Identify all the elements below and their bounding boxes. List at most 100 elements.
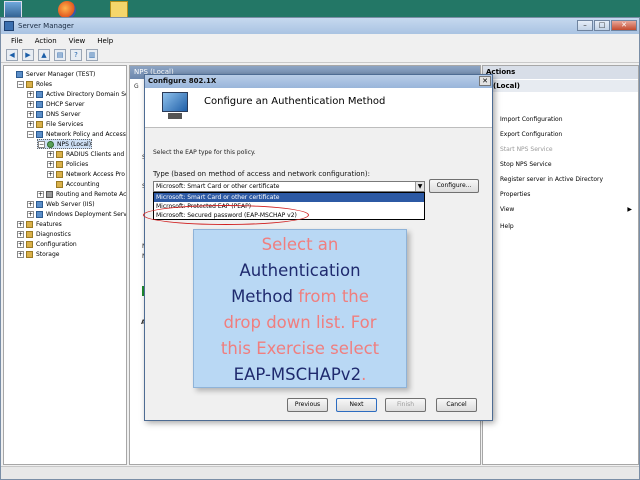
tree-item[interactable]: + Active Directory Domain Se xyxy=(27,89,127,99)
tree-item[interactable]: − NPS (Local) xyxy=(37,139,93,149)
tree-item[interactable]: − Network Policy and Access xyxy=(27,129,126,139)
eap-type-select[interactable]: Microsoft: Smart Card or other certifica… xyxy=(153,181,425,192)
up-folder-icon[interactable]: ▲ xyxy=(38,48,50,61)
next-button[interactable]: Next xyxy=(336,398,377,412)
center-ghost-text: G xyxy=(134,83,139,90)
expand-icon[interactable]: + xyxy=(47,160,54,168)
forward-arrow-icon[interactable]: ▶ xyxy=(22,48,34,61)
tree-item[interactable]: Accounting xyxy=(47,179,100,189)
tree-item[interactable]: Server Manager (TEST) xyxy=(7,69,95,79)
finish-button[interactable]: Finish xyxy=(385,398,426,412)
action-item[interactable]: Import Configuration xyxy=(500,116,563,123)
tree-item-label: Roles xyxy=(36,80,53,88)
folder-icon xyxy=(36,120,43,128)
tree-item[interactable]: + DHCP Server xyxy=(27,99,85,109)
panel-icon[interactable]: ▥ xyxy=(86,48,98,61)
dialog-heading: Configure an Authentication Method xyxy=(204,96,386,107)
tree-item-label: Features xyxy=(36,220,62,228)
dialog-close-button[interactable]: ✕ xyxy=(479,76,491,86)
back-arrow-icon[interactable]: ◀ xyxy=(6,48,18,61)
properties-icon[interactable]: ▤ xyxy=(54,48,66,61)
expand-icon[interactable]: + xyxy=(27,200,34,208)
cancel-button[interactable]: Cancel xyxy=(436,398,477,412)
node-icon xyxy=(16,70,23,78)
action-item[interactable]: Register server in Active Directory xyxy=(500,176,603,183)
action-item[interactable]: Properties xyxy=(500,191,530,198)
window-controls: – □ ✕ xyxy=(577,20,637,31)
callout-line: Select an xyxy=(261,235,339,254)
tree-item[interactable]: − Roles xyxy=(17,79,52,89)
action-item[interactable]: Help xyxy=(500,223,514,230)
close-button[interactable]: ✕ xyxy=(611,20,637,31)
tree-item-label: DNS Server xyxy=(46,110,81,118)
tree-item[interactable]: + File Services xyxy=(27,119,83,129)
actions-section-local[interactable]: (Local) xyxy=(483,80,638,92)
tree-item[interactable]: + Storage xyxy=(17,249,59,259)
tree-item-label: Diagnostics xyxy=(36,230,71,238)
expand-icon[interactable]: + xyxy=(17,220,24,228)
tree-item[interactable]: + Web Server (IIS) xyxy=(27,199,95,209)
expand-icon[interactable]: + xyxy=(27,90,34,98)
expand-icon[interactable]: + xyxy=(47,170,54,178)
highlight-ellipse xyxy=(143,205,309,225)
menu-help[interactable]: Help xyxy=(97,37,113,45)
expand-icon[interactable]: + xyxy=(17,230,24,238)
tree-item-label: Accounting xyxy=(66,180,100,188)
eap-type-label: Type (based on method of access and netw… xyxy=(153,170,370,178)
chevron-down-icon[interactable]: ▼ xyxy=(415,182,424,191)
configure-button[interactable]: Configure... xyxy=(429,179,479,193)
actions-pane: Actions (Local) Import Configuration Expo… xyxy=(482,65,639,465)
help-icon[interactable]: ? xyxy=(70,48,82,61)
expand-icon[interactable]: + xyxy=(27,210,34,218)
action-item[interactable]: Export Configuration xyxy=(500,131,562,138)
minimize-button[interactable]: – xyxy=(577,20,593,31)
expand-icon[interactable]: + xyxy=(27,120,34,128)
tree-item[interactable]: + Features xyxy=(17,219,62,229)
action-item[interactable]: View xyxy=(500,206,514,213)
callout-text: EAP-MSCHAPv2 xyxy=(233,365,362,384)
tree-item[interactable]: + Configuration xyxy=(17,239,77,249)
collapse-icon[interactable]: − xyxy=(38,140,45,148)
collapse-icon[interactable]: − xyxy=(27,130,34,138)
previous-button[interactable]: Previous xyxy=(287,398,328,412)
eap-type-selected-value: Microsoft: Smart Card or other certifica… xyxy=(156,183,280,190)
maximize-button[interactable]: □ xyxy=(594,20,610,31)
instruction-callout: Select an Authentication Method from the… xyxy=(193,229,407,388)
tree-item[interactable]: + Network Access Pro xyxy=(47,169,125,179)
expand-icon[interactable]: + xyxy=(17,250,24,258)
eap-type-option[interactable]: Microsoft: Smart Card or other certifica… xyxy=(154,193,424,202)
tree-item-label: RADIUS Clients and xyxy=(66,150,125,158)
dialog-header: Configure an Authentication Method xyxy=(145,88,492,128)
tree-item[interactable]: + DNS Server xyxy=(27,109,81,119)
folder-icon xyxy=(56,180,63,188)
menu-view[interactable]: View xyxy=(69,37,86,45)
window-titlebar[interactable]: Server Manager – □ ✕ xyxy=(1,18,639,34)
tree-item-label: Active Directory Domain Se xyxy=(46,90,127,98)
expand-icon[interactable]: + xyxy=(27,110,34,118)
tree-item-label: Routing and Remote Ac xyxy=(56,190,127,198)
tree-item[interactable]: + Windows Deployment Servi xyxy=(27,209,126,219)
dialog-title[interactable]: Configure 802.1X xyxy=(145,75,492,88)
action-item[interactable]: Stop NPS Service xyxy=(500,161,552,168)
tree-item-label: Server Manager (TEST) xyxy=(26,70,96,78)
callout-line: this Exercise select xyxy=(220,339,380,358)
tree-item[interactable]: + Policies xyxy=(47,159,88,169)
expand-icon[interactable]: + xyxy=(17,240,24,248)
expand-icon[interactable]: + xyxy=(27,100,34,108)
expand-icon[interactable]: + xyxy=(47,150,54,158)
expand-icon[interactable]: + xyxy=(37,190,44,198)
collapse-icon[interactable]: − xyxy=(17,80,24,88)
submenu-arrow-icon: ▶ xyxy=(627,206,632,213)
menu-action[interactable]: Action xyxy=(35,37,57,45)
tree-item[interactable]: + Diagnostics xyxy=(17,229,71,239)
tree-item[interactable]: + RADIUS Clients and xyxy=(47,149,124,159)
folder-icon xyxy=(26,240,33,248)
folder-icon xyxy=(26,80,33,88)
tree-item[interactable]: + Routing and Remote Ac xyxy=(37,189,126,199)
node-icon xyxy=(36,110,43,118)
status-bar xyxy=(1,466,639,479)
menu-file[interactable]: File xyxy=(11,37,23,45)
server-manager-icon xyxy=(4,21,14,31)
menu-bar: File Action View Help xyxy=(1,35,639,47)
node-icon xyxy=(47,140,54,148)
